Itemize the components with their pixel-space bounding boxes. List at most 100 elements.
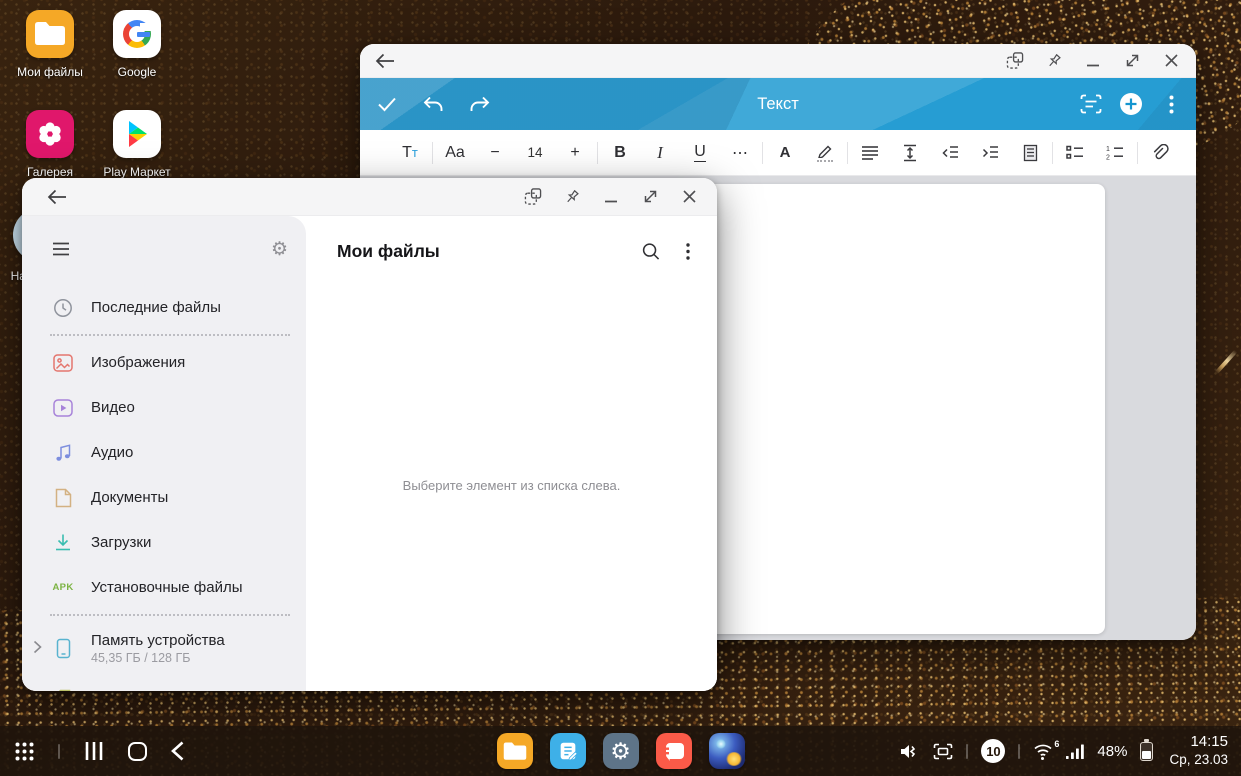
desktop-icon-gallery[interactable]: Галерея (5, 110, 95, 179)
chevron-right-icon[interactable] (33, 640, 42, 654)
bullet-list-button[interactable] (1055, 136, 1095, 170)
notes-titlebar[interactable] (360, 44, 1196, 78)
sidebar-item-recent-files[interactable]: Последние файлы (22, 285, 306, 330)
pin-icon[interactable] (1045, 52, 1063, 70)
attachment-icon[interactable] (1140, 136, 1180, 170)
notification-badge[interactable]: 10 (981, 739, 1005, 763)
wallpaper-streak (1214, 350, 1237, 375)
settings-gear-icon[interactable]: ⚙ (271, 240, 288, 259)
sidebar-item-documents[interactable]: Документы (22, 475, 306, 520)
sidebar-divider (50, 614, 290, 616)
align-button[interactable] (850, 136, 890, 170)
redo-icon[interactable] (466, 91, 492, 117)
text-recognition-icon[interactable] (1078, 91, 1104, 117)
pin-icon[interactable] (563, 188, 581, 206)
line-spacing-button[interactable] (890, 136, 930, 170)
desktop-icon-label: Галерея (5, 165, 95, 179)
maximize-icon[interactable] (641, 188, 659, 206)
taskbar-divider (1018, 744, 1020, 759)
drawer-menu-icon[interactable] (52, 242, 70, 256)
sidebar-item-subtitle: 45,35 ГБ / 128 ГБ (91, 651, 225, 665)
outdent-button[interactable] (930, 136, 970, 170)
sound-mute-icon[interactable] (900, 743, 920, 760)
font-color-button[interactable]: A (765, 136, 805, 170)
font-size-increase-button[interactable]: + (555, 136, 595, 170)
confirm-icon[interactable] (374, 91, 400, 117)
empty-state-message: Выберите элемент из списка слева. (306, 478, 717, 493)
minimize-icon[interactable] (1084, 52, 1102, 70)
sidebar-item-label: Установочные файлы (91, 579, 243, 596)
clock-icon (52, 297, 74, 319)
bold-button[interactable]: B (600, 136, 640, 170)
taskbar-app-members[interactable] (656, 733, 692, 769)
text-style-button[interactable]: Тт (390, 136, 430, 170)
italic-button[interactable]: I (640, 136, 680, 170)
sidebar-item-label: Загрузки (91, 534, 151, 551)
phone-storage-icon (52, 637, 74, 659)
sidebar-item-audio[interactable]: Аудио (22, 430, 306, 475)
taskbar-app-settings[interactable]: ⚙ (603, 733, 639, 769)
font-size-value[interactable]: 14 (515, 136, 555, 170)
close-icon[interactable] (680, 188, 698, 206)
maximize-icon[interactable] (1123, 52, 1141, 70)
files-sidebar: ⚙ Последние файлы Изображения (22, 216, 306, 691)
signal-icon (1066, 744, 1084, 759)
desktop-icon-my-files[interactable]: Мои файлы (5, 10, 95, 79)
popup-view-icon[interactable] (524, 188, 542, 206)
font-button[interactable]: Aa (435, 136, 475, 170)
files-main-panel: Мои файлы Выберите элемент из списка сле… (306, 216, 717, 691)
sd-card-icon (52, 688, 74, 692)
more-format-button[interactable]: ⋯ (720, 136, 760, 170)
underline-button[interactable]: U (680, 136, 720, 170)
document-icon (52, 487, 74, 509)
font-size-decrease-button[interactable]: − (475, 136, 515, 170)
sidebar-item-images[interactable]: Изображения (22, 340, 306, 385)
indent-button[interactable] (970, 136, 1010, 170)
paragraph-style-button[interactable] (1010, 136, 1050, 170)
numbered-list-button[interactable]: 1 2 (1095, 136, 1135, 170)
popup-view-icon[interactable] (1006, 52, 1024, 70)
more-vertical-icon[interactable] (679, 242, 697, 260)
highlight-color-button[interactable] (805, 136, 845, 170)
back-icon[interactable] (374, 50, 396, 72)
wifi-icon[interactable]: 6 (1033, 743, 1053, 759)
sidebar-item-label: Документы (91, 489, 168, 506)
clock-date: Ср, 23.03 (1169, 752, 1228, 769)
desktop-icon-label: Google (92, 65, 182, 79)
close-icon[interactable] (1162, 52, 1180, 70)
desktop-icon-play-market[interactable]: Play Маркет (92, 110, 182, 179)
taskbar-app-notes[interactable] (550, 733, 586, 769)
recents-icon[interactable] (84, 741, 104, 761)
sidebar-item-apk[interactable]: APK Установочные файлы (22, 565, 306, 610)
capture-icon[interactable] (933, 743, 953, 760)
sidebar-item-sd-card[interactable]: Карта памяти (22, 676, 306, 691)
home-icon[interactable] (128, 742, 147, 761)
sidebar-item-video[interactable]: Видео (22, 385, 306, 430)
page-title: Мои файлы (337, 241, 440, 262)
sidebar-item-label: Аудио (91, 444, 133, 461)
desktop-icon-google[interactable]: Google (92, 10, 182, 79)
more-vertical-icon[interactable] (1158, 91, 1184, 117)
wifi-gen-label: 6 (1054, 739, 1059, 749)
undo-icon[interactable] (420, 91, 446, 117)
notes-action-bar: Текст (360, 78, 1196, 130)
gear-icon: ⚙ (610, 740, 631, 763)
clock[interactable]: 14:15 Ср, 23.03 (1169, 733, 1228, 769)
apps-grid-icon[interactable] (15, 742, 34, 761)
minimize-icon[interactable] (602, 188, 620, 206)
taskbar-app-my-files[interactable] (497, 733, 533, 769)
sidebar-divider (50, 334, 290, 336)
sidebar-item-downloads[interactable]: Загрузки (22, 520, 306, 565)
back-icon[interactable] (46, 186, 68, 208)
taskbar-divider (58, 744, 60, 759)
back-nav-icon[interactable] (171, 741, 184, 761)
taskbar-app-game[interactable] (709, 733, 745, 769)
sidebar-item-label: Память устройства (91, 632, 225, 649)
svg-text:1: 1 (1106, 146, 1110, 153)
add-icon[interactable] (1118, 91, 1144, 117)
clock-time: 14:15 (1169, 733, 1228, 752)
files-titlebar[interactable] (22, 178, 717, 216)
download-icon (52, 532, 74, 554)
sidebar-item-device-storage[interactable]: Память устройства 45,35 ГБ / 128 ГБ (22, 620, 306, 676)
search-icon[interactable] (642, 242, 660, 260)
